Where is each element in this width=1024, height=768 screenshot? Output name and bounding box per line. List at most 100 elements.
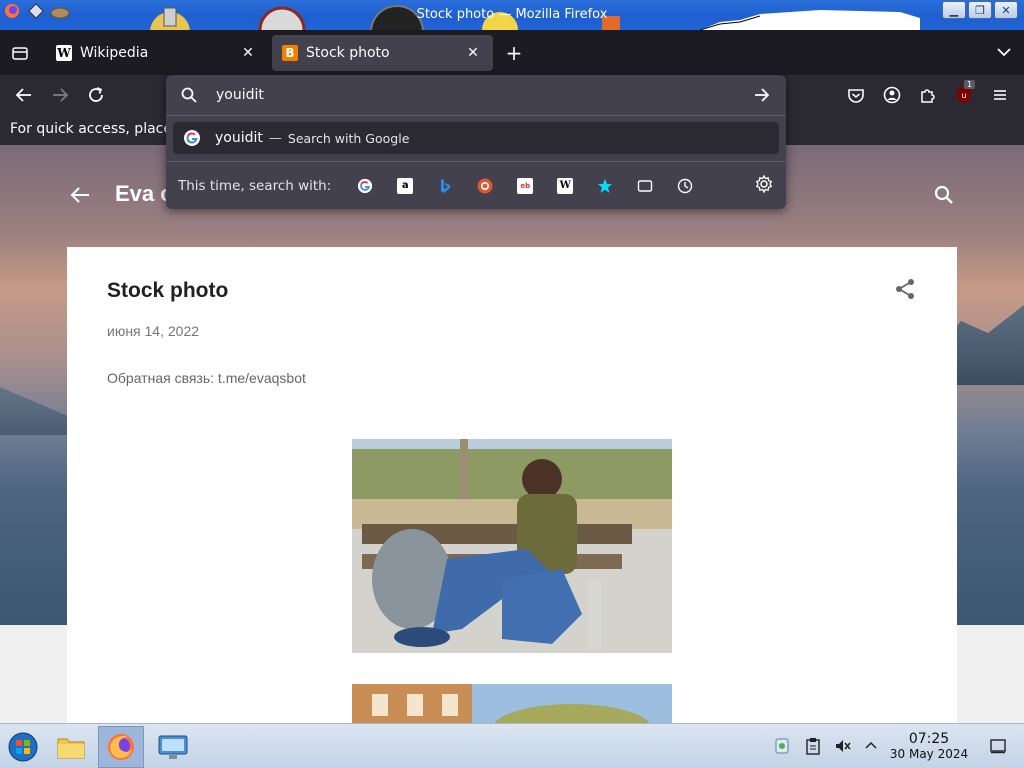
firefox-icon xyxy=(108,734,134,760)
building-photo xyxy=(352,684,672,723)
close-tab-icon[interactable]: ✕ xyxy=(238,45,258,61)
reload-button[interactable] xyxy=(84,83,108,107)
tab-label: Wikipedia xyxy=(80,45,149,61)
tray-expand-button[interactable] xyxy=(861,736,881,756)
blog-search-button[interactable] xyxy=(932,183,956,207)
network-icon xyxy=(775,738,789,754)
urlbar-input[interactable]: youidit xyxy=(216,87,752,103)
wikipedia-icon: W xyxy=(557,177,574,194)
firefox-taskbar-button[interactable] xyxy=(98,726,144,768)
clock-date: 30 May 2024 xyxy=(889,747,969,761)
chevron-down-icon xyxy=(997,48,1011,57)
tab-icon xyxy=(638,179,653,192)
pocket-button[interactable] xyxy=(844,83,868,107)
ebay-icon: eb xyxy=(517,177,534,194)
blog-title[interactable]: Eva c xyxy=(115,181,173,207)
account-icon xyxy=(883,86,901,104)
post-photo-2[interactable] xyxy=(352,684,672,723)
engine-bookmarks-button[interactable] xyxy=(585,170,625,202)
svg-text:u: u xyxy=(961,91,966,100)
chevron-up-icon xyxy=(865,741,877,749)
file-manager-taskbar-button[interactable] xyxy=(48,726,94,768)
volume-tray-icon[interactable] xyxy=(833,736,853,756)
notification-icon xyxy=(990,739,1006,754)
tab-wikipedia[interactable]: W Wikipedia ✕ xyxy=(46,35,268,71)
back-button[interactable] xyxy=(12,83,36,107)
arrow-right-icon xyxy=(755,88,770,102)
search-settings-button[interactable] xyxy=(754,174,776,196)
suggestion-action: Search with Google xyxy=(287,130,410,146)
tab-strip: W Wikipedia ✕ B Stock photo ✕ + xyxy=(0,30,1024,75)
engine-bing-button[interactable] xyxy=(425,170,465,202)
forward-button[interactable] xyxy=(48,83,72,107)
new-tab-button[interactable]: + xyxy=(503,41,525,65)
engine-amazon-button[interactable]: a xyxy=(385,170,425,202)
engine-duckduckgo-button[interactable] xyxy=(465,170,505,202)
search-icon xyxy=(180,86,198,104)
urlbar-popup: youidit youidit — Search with Google Thi… xyxy=(166,75,786,209)
engine-wikipedia-button[interactable]: W xyxy=(545,170,585,202)
one-off-search-bar: This time, search with: a eb W xyxy=(166,161,786,209)
boy-on-bench-photo xyxy=(352,439,672,653)
engine-google-button[interactable] xyxy=(345,170,385,202)
extension-badge: 1 xyxy=(964,80,976,89)
arrow-left-icon xyxy=(70,187,89,203)
window-title: Stock photo — Mozilla Firefox xyxy=(416,7,608,22)
window-titlebar: Stock photo — Mozilla Firefox ▁ ❐ ✕ xyxy=(0,0,1024,30)
arrow-left-icon xyxy=(15,88,31,102)
close-button[interactable]: ✕ xyxy=(994,1,1018,19)
network-tray-icon[interactable] xyxy=(772,736,792,756)
urlbar-divider xyxy=(166,115,786,116)
share-icon xyxy=(896,279,914,299)
gear-icon xyxy=(755,174,773,194)
extensions-button[interactable] xyxy=(916,83,940,107)
mountain-decoration xyxy=(0,387,70,435)
one-off-label: This time, search with: xyxy=(178,177,332,194)
post-photo[interactable] xyxy=(352,439,672,653)
tab-list-icon xyxy=(12,47,28,60)
monitor-icon xyxy=(158,735,188,759)
show-desktop-button[interactable] xyxy=(988,736,1008,756)
share-button[interactable] xyxy=(893,277,917,301)
page-content: Eva c Stock photo июня 14, 2022 Обратная… xyxy=(0,145,1024,723)
taskbar-clock[interactable]: 07:25 30 May 2024 xyxy=(886,731,972,761)
list-all-tabs-button[interactable] xyxy=(994,42,1014,62)
bookmarks-hint: For quick access, place xyxy=(10,121,172,137)
pocket-icon xyxy=(848,89,864,103)
post-title[interactable]: Stock photo xyxy=(107,279,228,303)
clipboard-tray-icon[interactable] xyxy=(803,736,823,756)
puzzle-icon xyxy=(921,89,935,103)
google-icon xyxy=(184,130,200,146)
ublock-button[interactable]: u 1 xyxy=(952,80,976,107)
volume-muted-icon xyxy=(836,740,851,752)
engine-tabs-button[interactable] xyxy=(625,170,665,202)
control-panel-taskbar-button[interactable] xyxy=(150,726,196,768)
folder-icon xyxy=(57,738,85,759)
clock-icon xyxy=(678,178,693,193)
engine-ebay-button[interactable]: eb xyxy=(505,170,545,202)
blog-back-button[interactable] xyxy=(68,183,92,207)
post-body-text: Обратная связь: t.me/evaqsbot xyxy=(107,370,306,386)
post-card: Stock photo июня 14, 2022 Обратная связь… xyxy=(67,247,957,723)
tab-label: Stock photo xyxy=(306,45,390,61)
app-menu-button[interactable] xyxy=(988,83,1012,107)
engine-history-button[interactable] xyxy=(665,170,705,202)
maximize-button[interactable]: ❐ xyxy=(968,1,992,19)
start-button[interactable] xyxy=(0,726,46,768)
urlbar[interactable]: youidit xyxy=(166,75,786,115)
start-orb-icon xyxy=(8,732,38,762)
search-icon xyxy=(934,185,953,204)
tab-list-button[interactable] xyxy=(6,39,34,67)
go-button[interactable] xyxy=(752,85,772,105)
suggestion-separator: — xyxy=(268,130,282,146)
minimize-button[interactable]: ▁ xyxy=(942,1,966,19)
search-suggestion-row[interactable]: youidit — Search with Google xyxy=(173,122,779,154)
clock-time: 07:25 xyxy=(908,731,950,747)
close-tab-icon[interactable]: ✕ xyxy=(463,45,483,61)
post-date[interactable]: июня 14, 2022 xyxy=(107,323,199,339)
tab-stock-photo[interactable]: B Stock photo ✕ xyxy=(272,35,493,71)
star-icon xyxy=(598,178,613,193)
duckduckgo-icon xyxy=(477,178,493,193)
account-button[interactable] xyxy=(880,83,904,107)
reload-icon xyxy=(89,87,103,102)
